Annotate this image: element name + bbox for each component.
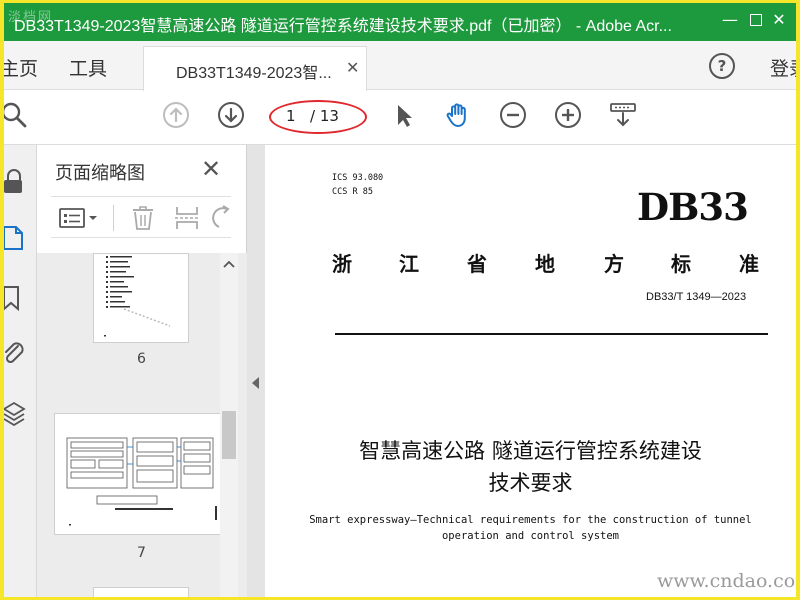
- minimize-button[interactable]: —: [719, 9, 741, 31]
- toolbar-divider: [113, 205, 114, 231]
- zoom-in-icon[interactable]: [554, 101, 582, 129]
- page-thumbnails-icon[interactable]: [4, 225, 28, 251]
- province-char: 地: [535, 252, 555, 276]
- province-char: 省: [467, 252, 487, 276]
- login-button[interactable]: 登录: [770, 54, 796, 81]
- panel-close-button[interactable]: ✕: [201, 155, 221, 183]
- document-title-en-line1: Smart expressway—Technical requirements …: [309, 514, 752, 526]
- document-title-en-line2: operation and control system: [441, 530, 619, 542]
- extract-page-icon[interactable]: [175, 205, 199, 231]
- document-tab-close-button[interactable]: ✕: [346, 58, 359, 77]
- thumbnail-page-number: 7: [137, 545, 146, 561]
- panel-splitter[interactable]: [247, 145, 265, 597]
- collapse-panel-icon[interactable]: [252, 377, 260, 389]
- close-window-button[interactable]: ✕: [768, 9, 790, 31]
- navigation-rail: [4, 145, 37, 597]
- tab-bar: 主页 工具 DB33T1349-2023智... ✕ ? 登录: [4, 41, 796, 91]
- thumbnails-panel: 页面缩略图 ✕ 6 7: [37, 145, 247, 597]
- page-7-preview: [66, 437, 217, 526]
- ics-code: ICS 93.080: [332, 173, 384, 183]
- panel-title: 页面缩略图: [55, 163, 145, 184]
- attachment-icon[interactable]: [4, 340, 28, 366]
- page-thumbnail[interactable]: [54, 413, 222, 535]
- zoom-out-icon[interactable]: [499, 101, 527, 129]
- page-number-highlight-ellipse: [269, 100, 367, 134]
- thumbnail-options-icon[interactable]: [59, 207, 99, 229]
- tab-tools[interactable]: 工具: [69, 54, 107, 81]
- help-icon[interactable]: ?: [709, 53, 735, 79]
- app-window: 淡档网 DB33T1349-2023智慧高速公路 隧道运行管控系统建设技术要求.…: [4, 3, 796, 597]
- title-bar: 淡档网 DB33T1349-2023智慧高速公路 隧道运行管控系统建设技术要求.…: [4, 3, 796, 41]
- maximize-button[interactable]: [745, 9, 767, 31]
- search-icon[interactable]: [4, 101, 28, 129]
- tab-document[interactable]: DB33T1349-2023智... ✕: [143, 46, 367, 91]
- province-char: 准: [739, 252, 759, 276]
- page-thumbnail[interactable]: [93, 253, 189, 343]
- province-char: 标: [671, 252, 691, 276]
- document-title-cn-line1: 智慧高速公路 隧道运行管控系统建设: [359, 439, 702, 463]
- fit-page-icon[interactable]: [609, 101, 637, 129]
- select-cursor-icon[interactable]: [390, 101, 418, 129]
- document-tab-label: DB33T1349-2023智...: [176, 65, 332, 82]
- bookmark-icon[interactable]: [4, 285, 28, 311]
- maximize-icon: [750, 14, 762, 26]
- layers-icon[interactable]: [4, 400, 28, 426]
- standard-number: DB33/T 1349—2023: [646, 291, 747, 303]
- page-thumbnail[interactable]: [93, 587, 189, 597]
- hand-tool-icon[interactable]: [444, 101, 472, 129]
- site-watermark: www.cndao.com: [657, 570, 796, 592]
- next-page-icon[interactable]: [217, 101, 245, 129]
- prev-page-icon[interactable]: [162, 101, 190, 129]
- thumbnail-scrollbar[interactable]: [220, 253, 238, 597]
- scrollbar-thumb[interactable]: [222, 411, 236, 459]
- thumbnail-list[interactable]: 6 7: [37, 253, 247, 597]
- scroll-up-icon[interactable]: [223, 259, 235, 269]
- tab-home[interactable]: 主页: [4, 54, 38, 81]
- toolbar: 1 / 13: [4, 91, 796, 145]
- thumbnail-toolbar: [51, 196, 231, 238]
- document-title-cn-line2: 技术要求: [488, 471, 573, 495]
- lock-icon[interactable]: [4, 169, 28, 195]
- db-logo: DB33: [637, 185, 749, 229]
- province-char: 浙: [332, 252, 352, 276]
- header-rule: [335, 333, 768, 335]
- page-6-preview: [104, 256, 171, 337]
- province-char: 方: [604, 252, 624, 276]
- delete-page-icon[interactable]: [131, 205, 155, 231]
- province-char: 江: [399, 252, 419, 276]
- document-view[interactable]: ICS 93.080 CCS R 85 DB33 浙 江 省 地 方 标 准 D…: [265, 145, 796, 597]
- thumbnail-page-number: 6: [137, 351, 146, 367]
- rotate-page-icon[interactable]: [211, 205, 233, 231]
- window-title: DB33T1349-2023智慧高速公路 隧道运行管控系统建设技术要求.pdf（…: [14, 18, 672, 35]
- ccs-code: CCS R 85: [332, 187, 373, 197]
